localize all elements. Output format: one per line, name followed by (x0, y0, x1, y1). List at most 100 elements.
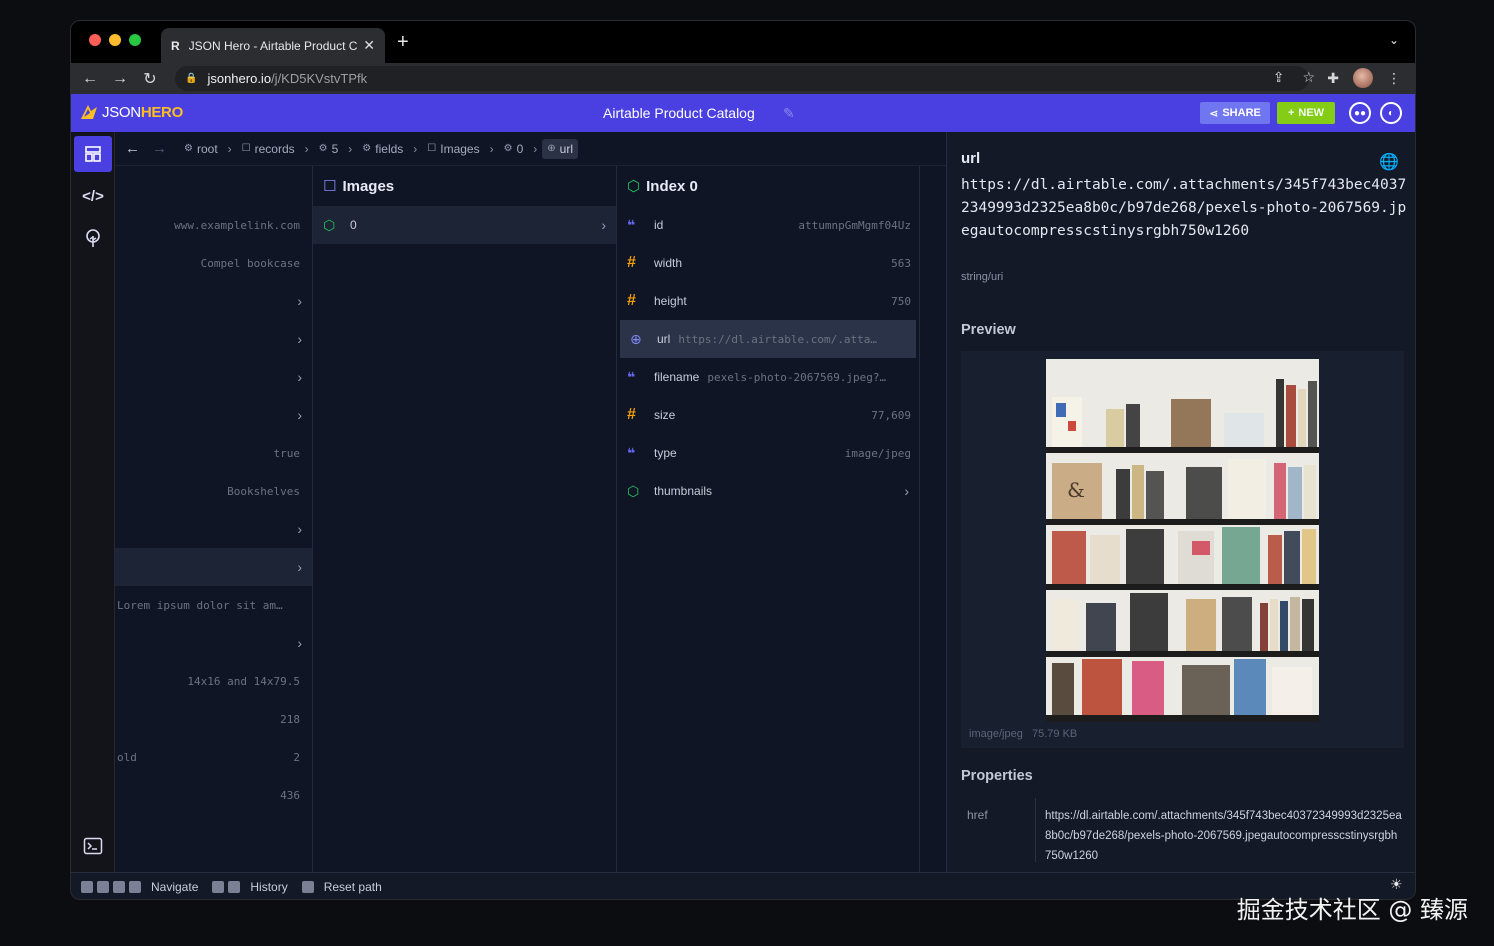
row-key: id (654, 218, 664, 232)
breadcrumb-item[interactable]: ⚙ 5 (314, 139, 344, 159)
minimize-window-button[interactable] (109, 34, 121, 46)
breadcrumb-label: Images (440, 141, 480, 156)
share-button[interactable]: ⋖ SHARE (1200, 102, 1270, 124)
row-value: 750 (891, 294, 911, 308)
breadcrumb-item[interactable]: ⚙ root (179, 139, 223, 159)
bookmark-star-icon[interactable]: ☆ (1302, 69, 1315, 86)
string-quote-icon: ❝ (627, 444, 636, 461)
new-button[interactable]: + NEW (1277, 102, 1335, 124)
list-item[interactable]: Bookshelves (115, 472, 312, 510)
breadcrumb-item[interactable]: ⊕ url (542, 138, 578, 159)
list-item[interactable]: true (115, 434, 312, 472)
logo-json: JSON (102, 103, 141, 121)
property-value[interactable]: https://dl.airtable.com/.attachments/345… (1045, 806, 1403, 866)
address-bar: ← → ↻ 🔒 jsonhero.io /j/KD5KVstvTPfk ⇪ ☆ … (71, 63, 1415, 94)
list-item[interactable]: 14x16 and 14x79.5 (115, 662, 312, 700)
list-item[interactable]: ⊕ url https://dl.airtable.com/.attach… (620, 320, 916, 358)
document-title: Airtable Product Catalog (603, 105, 755, 121)
extensions-puzzle-icon[interactable]: ✚ (1327, 70, 1339, 87)
watermark: 掘金技术社区 @ 臻源 (1236, 896, 1468, 924)
code-icon: </> (82, 187, 104, 205)
column-images: ☐ Images ⬡ 0 › (313, 166, 617, 872)
breadcrumb-item[interactable]: ⚙ 0 (499, 139, 529, 159)
profile-avatar[interactable] (1353, 68, 1373, 88)
list-item[interactable]: ❝ type image/jpeg (617, 434, 919, 472)
breadcrumb-forward-icon[interactable]: → (152, 140, 167, 157)
column-images-title: Images (342, 177, 395, 195)
browser-tab[interactable]: R JSON Hero - Airtable Product Catalog ✕ (161, 28, 385, 63)
chevron-right-icon: › (297, 293, 302, 309)
list-item[interactable]: › (115, 548, 312, 586)
close-tab-icon[interactable]: ✕ (363, 37, 375, 54)
row-key: old (117, 750, 137, 764)
list-item[interactable]: › (115, 396, 312, 434)
row-value: 2 (293, 750, 300, 764)
list-item[interactable]: 436 (115, 776, 312, 814)
window-controls (89, 34, 141, 46)
preview-box: & image/jpeg 75.79 KB (961, 351, 1404, 748)
code-view-button[interactable]: </> (74, 178, 112, 214)
url-path: /j/KD5KVstvTPfk (271, 71, 368, 86)
share-label: SHARE (1222, 107, 1261, 119)
list-item[interactable]: # width 563 (617, 244, 919, 282)
list-item[interactable]: www.examplelink.com (115, 206, 312, 244)
share-page-icon[interactable]: ⇪ (1273, 69, 1285, 86)
tree-view-button[interactable] (74, 220, 112, 256)
extension-area: ✚ ⋮ (1327, 68, 1401, 88)
breadcrumb: ← → ⚙ root › ☐ records › ⚙ 5 › ⚙ fields › ☐ Images › ⚙ 0… (115, 132, 946, 166)
preview-heading: Preview (961, 322, 1016, 338)
jsonhero-logo[interactable]: JSON HERO (79, 103, 183, 121)
column-view-button[interactable] (74, 136, 112, 172)
list-item[interactable]: › (115, 282, 312, 320)
breadcrumb-label: fields (375, 141, 404, 156)
array-icon: ☐ (427, 143, 437, 154)
list-item[interactable]: ❝ filename pexels-photo-2067569.jpeg?… (617, 358, 919, 396)
arrow-up-key-icon (81, 881, 93, 893)
discord-icon[interactable]: ●● (1349, 102, 1371, 124)
list-item[interactable]: › (115, 320, 312, 358)
terminal-button[interactable] (74, 828, 112, 864)
property-divider (1035, 798, 1036, 862)
app-header: JSON HERO Airtable Product Catalog ✎ ⋖ SH… (71, 94, 1415, 132)
edit-title-icon[interactable]: ✎ (783, 105, 795, 122)
new-tab-button[interactable]: + (397, 31, 409, 54)
url-field[interactable]: 🔒 jsonhero.io /j/KD5KVstvTPfk (175, 66, 1309, 91)
chevron-right-icon: › (904, 483, 909, 499)
list-item[interactable]: ❝ id attumnpGmMgmf04Uz (617, 206, 919, 244)
column-index-title: Index 0 (646, 177, 698, 195)
list-item[interactable]: ⬡ 0 › (313, 206, 616, 244)
forward-icon[interactable]: → (105, 70, 135, 88)
tab-search-icon[interactable]: ⌄ (1389, 33, 1399, 47)
breadcrumb-item[interactable]: ☐ records (237, 139, 300, 159)
back-icon[interactable]: ← (75, 70, 105, 88)
chevron-right-icon: › (297, 521, 302, 537)
list-item[interactable]: Lorem ipsum dolor sit am… (115, 586, 312, 624)
arrow-down-key-icon (97, 881, 109, 893)
github-icon[interactable]: ◐ (1380, 102, 1402, 124)
shortcuts-bar: Navigate History Reset path (71, 872, 1415, 899)
reload-icon[interactable]: ↻ (135, 69, 165, 89)
list-item[interactable]: 218 (115, 700, 312, 738)
list-item[interactable]: # size 77,609 (617, 396, 919, 434)
reset-label: Reset path (323, 880, 382, 894)
list-item[interactable]: old 2 (115, 738, 312, 776)
svg-text:&: & (1067, 478, 1085, 502)
list-item[interactable]: › (115, 624, 312, 662)
reset-shortcut[interactable]: Reset path (301, 880, 382, 894)
list-item[interactable]: # height 750 (617, 282, 919, 320)
breadcrumb-item[interactable]: ⚙ fields (357, 139, 408, 159)
list-item[interactable]: › (115, 358, 312, 396)
browser-menu-icon[interactable]: ⋮ (1387, 70, 1401, 87)
bookshelf-preview-image[interactable]: & (1046, 359, 1319, 722)
open-link-globe-icon[interactable]: 🌐 (1379, 152, 1399, 172)
maximize-window-button[interactable] (129, 34, 141, 46)
list-item[interactable]: Compel bookcase (115, 244, 312, 282)
property-key: href (967, 808, 988, 822)
list-item[interactable]: ⬡ thumbnails › (617, 472, 919, 510)
breadcrumb-back-icon[interactable]: ← (125, 140, 140, 157)
column-index-0: ⬡ Index 0 ❝ id attumnpGmMgmf04Uz # width 563 #… (617, 166, 920, 872)
list-item[interactable]: › (115, 510, 312, 548)
row-value: Compel bookcase (200, 256, 300, 270)
breadcrumb-item[interactable]: ☐ Images (422, 139, 484, 159)
close-window-button[interactable] (89, 34, 101, 46)
